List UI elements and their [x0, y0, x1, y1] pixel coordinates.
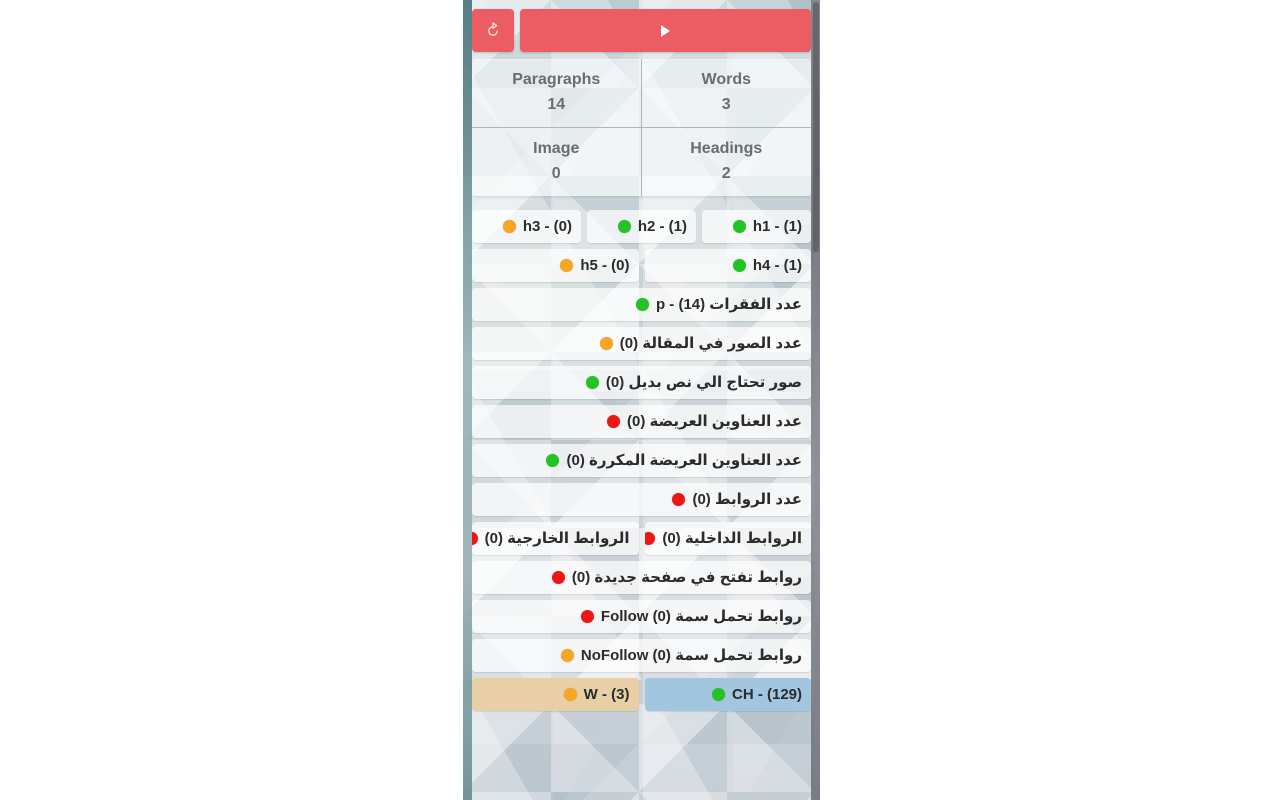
metric-cell[interactable]: روابط تفتح في صفحة جديدة (0)	[472, 560, 811, 594]
metric-cell[interactable]: عدد العناوين العريضة (0)	[472, 404, 811, 438]
metric-label: h5 - (0)	[580, 256, 630, 274]
metric-row-paragraphs: عدد الفقرات (14) - p	[472, 287, 811, 321]
metric-label: W - (3)	[583, 685, 630, 703]
stat-value: 0	[551, 164, 561, 182]
metric-row-nofollow: روابط تحمل سمة NoFollow (0)	[472, 638, 811, 672]
toolbar	[472, 9, 811, 52]
metric-label: h3 - (0)	[522, 217, 572, 235]
stat-value: 3	[721, 95, 731, 113]
metric-h2[interactable]: h2 - (1)	[587, 209, 696, 243]
metric-label: عدد الروابط (0)	[692, 491, 802, 509]
stat-label: Headings	[690, 139, 763, 157]
metric-cell[interactable]: روابط تحمل سمة Follow (0)	[472, 599, 811, 633]
status-dot-green	[711, 687, 725, 701]
metric-label: روابط تحمل سمة NoFollow (0)	[580, 647, 802, 665]
counters-row: W - (3) CH - (129)	[472, 677, 811, 711]
stat-label: Paragraphs	[512, 71, 601, 88]
status-dot-green	[585, 375, 599, 389]
metric-row-images: عدد الصور في المقالة (0)	[472, 326, 811, 360]
metric-internal-links[interactable]: الروابط الداخلية (0)	[644, 521, 811, 555]
stat-label: Words	[701, 71, 751, 88]
metric-row-links: عدد الروابط (0)	[472, 482, 811, 516]
metric-row-follow: روابط تحمل سمة Follow (0)	[472, 599, 811, 633]
scrollbar-thumb[interactable]	[813, 2, 819, 252]
status-dot-green	[732, 258, 746, 272]
metric-external-links[interactable]: الروابط الخارجية (0)	[472, 521, 639, 555]
run-analysis-button[interactable]	[520, 9, 811, 52]
metric-row-bold-headings: عدد العناوين العريضة (0)	[472, 404, 811, 438]
metric-h3[interactable]: h3 - (0)	[472, 209, 581, 243]
metric-cell[interactable]: عدد الفقرات (14) - p	[472, 287, 811, 321]
stat-value: 2	[721, 164, 731, 182]
status-dot-green	[635, 297, 649, 311]
status-dot-red	[551, 570, 565, 584]
metric-cell[interactable]: روابط تحمل سمة NoFollow (0)	[472, 638, 811, 672]
status-dot-green	[617, 219, 631, 233]
metric-row-duplicate-headings: عدد العناوين العريضة المكررة (0)	[472, 443, 811, 477]
status-dot-red	[607, 414, 621, 428]
metric-character-count[interactable]: CH - (129)	[644, 677, 811, 711]
metric-word-count[interactable]: W - (3)	[472, 677, 639, 711]
metric-cell[interactable]: عدد الروابط (0)	[472, 482, 811, 516]
metric-row-images-alt: صور تحتاج الي نص بديل (0)	[472, 365, 811, 399]
metric-label: عدد العناوين العريضة المكررة (0)	[566, 452, 802, 470]
status-dot-red	[472, 531, 478, 545]
status-dot-orange	[599, 336, 613, 350]
heading-row-1: h3 - (0) h2 - (1) h1 - (1)	[472, 209, 811, 243]
left-edge-strip	[463, 0, 472, 800]
stat-value: 14	[547, 95, 566, 113]
app-viewport: Paragraphs 14 Words 3 Image 0 Headings 2	[463, 0, 820, 800]
status-dot-green	[546, 453, 560, 467]
metric-cell[interactable]: صور تحتاج الي نص بديل (0)	[472, 365, 811, 399]
metric-label: h2 - (1)	[637, 217, 687, 235]
status-dot-orange	[560, 648, 574, 662]
metric-label: عدد الصور في المقالة (0)	[619, 335, 802, 353]
stat-image: Image 0	[472, 126, 642, 196]
screenshot-root: Paragraphs 14 Words 3 Image 0 Headings 2	[0, 0, 1280, 800]
stat-paragraphs: Paragraphs 14	[472, 59, 642, 127]
play-icon	[661, 24, 670, 37]
stats-panel: Paragraphs 14 Words 3 Image 0 Headings 2	[472, 59, 811, 196]
status-dot-red	[672, 492, 686, 506]
stat-label: Image	[533, 139, 580, 157]
metric-h1[interactable]: h1 - (1)	[702, 209, 811, 243]
stat-words: Words 3	[642, 59, 812, 127]
metric-h5[interactable]: h5 - (0)	[472, 248, 639, 282]
metric-label: h4 - (1)	[752, 256, 802, 274]
metric-label: روابط تحمل سمة Follow (0)	[600, 608, 802, 626]
status-dot-orange	[563, 687, 577, 701]
heading-row-2: h5 - (0) h4 - (1)	[472, 248, 811, 282]
metric-label: صور تحتاج الي نص بديل (0)	[605, 374, 802, 392]
status-dot-green	[732, 219, 746, 233]
metric-h4[interactable]: h4 - (1)	[644, 248, 811, 282]
metric-label: الروابط الداخلية (0)	[662, 530, 802, 548]
metric-label: CH - (129)	[731, 685, 802, 703]
metric-label: روابط تفتح في صفحة جديدة (0)	[571, 569, 802, 587]
metric-cell[interactable]: عدد العناوين العريضة المكررة (0)	[472, 443, 811, 477]
scrollbar-track[interactable]	[811, 0, 820, 800]
refresh-button[interactable]	[472, 9, 514, 52]
status-dot-red	[644, 531, 656, 545]
metric-label: الروابط الخارجية (0)	[484, 530, 630, 548]
metric-row-new-tab-links: روابط تفتح في صفحة جديدة (0)	[472, 560, 811, 594]
links-split-row: الروابط الخارجية (0) الروابط الداخلية (0…	[472, 521, 811, 555]
status-dot-red	[580, 609, 594, 623]
metric-cell[interactable]: عدد الصور في المقالة (0)	[472, 326, 811, 360]
metric-label: h1 - (1)	[752, 217, 802, 235]
stat-headings: Headings 2	[641, 126, 811, 196]
status-dot-orange	[502, 219, 516, 233]
metric-label: عدد الفقرات (14) - p	[655, 296, 802, 314]
app-content: Paragraphs 14 Words 3 Image 0 Headings 2	[463, 0, 820, 800]
metric-label: عدد العناوين العريضة (0)	[627, 413, 802, 431]
refresh-icon	[488, 21, 498, 36]
status-dot-orange	[560, 258, 574, 272]
